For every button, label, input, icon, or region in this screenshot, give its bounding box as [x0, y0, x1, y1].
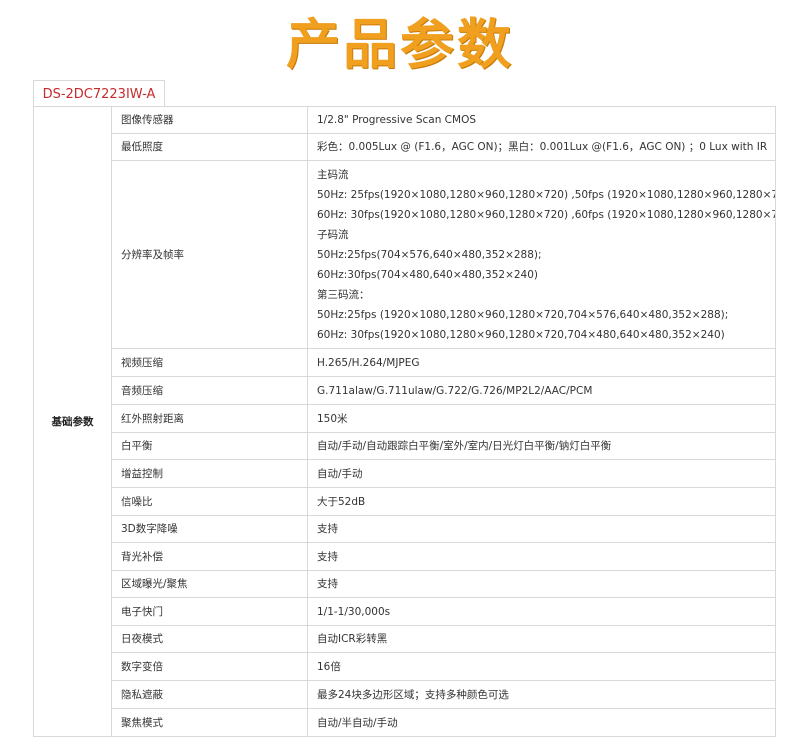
spec-label: 区域曝光/聚焦: [111, 570, 308, 598]
page-title: 产品参数: [286, 12, 514, 76]
table-row: 背光补偿 支持: [34, 542, 776, 571]
table-row: 数字变倍 16倍: [34, 652, 776, 681]
model-tab-label: DS-2DC7223IW-A: [42, 86, 156, 102]
table-row: 视频压缩 H.265/H.264/MJPEG: [34, 348, 776, 377]
header-banner: 产品参数: [0, 0, 800, 78]
table-row: 聚焦模式 自动/半自动/手动: [34, 708, 776, 737]
spec-value: 最多24块多边形区域；支持多种颜色可选: [307, 680, 776, 709]
spec-value: 支持: [307, 570, 776, 598]
spec-value: 16倍: [307, 652, 776, 681]
spec-value: 支持: [307, 515, 776, 543]
model-tab[interactable]: DS-2DC7223IW-A: [33, 80, 165, 107]
spec-label: 3D数字降噪: [111, 515, 308, 543]
spec-label: 白平衡: [111, 432, 308, 460]
spec-value: 自动/手动: [307, 459, 776, 488]
table-row: 基础参数 图像传感器 1/2.8" Progressive Scan CMOS: [33, 106, 776, 737]
table-row: 隐私遮蔽 最多24块多边形区域；支持多种颜色可选: [34, 680, 776, 709]
spec-label: 图像传感器: [111, 106, 308, 134]
spec-label: 背光补偿: [111, 542, 308, 571]
resolution-line: 第三码流：: [317, 288, 370, 301]
table-row: 区域曝光/聚焦 支持: [34, 570, 776, 598]
spec-value: 大于52dB: [307, 487, 776, 516]
spec-value: 彩色：0.005Lux @ (F1.6，AGC ON)；黑白：0.001Lux …: [307, 133, 776, 161]
spec-label: 红外照射距离: [111, 404, 308, 433]
resolution-line: 50Hz:25fps(704×576,640×480,352×288);: [317, 248, 542, 261]
spec-label: 聚焦模式: [111, 708, 308, 737]
spec-value: 1/1-1/30,000s: [307, 597, 776, 626]
spec-label: 数字变倍: [111, 652, 308, 681]
spec-label: 增益控制: [111, 459, 308, 488]
resolution-line: 60Hz: 30fps(1920×1080,1280×960,1280×720,…: [317, 328, 725, 341]
table-row: 日夜模式 自动ICR彩转黑: [34, 625, 776, 653]
spec-label: 视频压缩: [111, 348, 308, 377]
table-row: 分辨率及帧率 主码流 50Hz: 25fps(1920×1080,1280×96…: [34, 160, 776, 349]
spec-value: 支持: [307, 542, 776, 571]
resolution-line: 子码流: [317, 228, 349, 241]
resolution-line: 60Hz: 30fps(1920×1080,1280×960,1280×720)…: [317, 208, 776, 221]
group-label-cell: 基础参数: [33, 106, 112, 737]
resolution-line: 50Hz: 25fps(1920×1080,1280×960,1280×720)…: [317, 188, 776, 201]
table-row: 电子快门 1/1-1/30,000s: [34, 597, 776, 626]
resolution-line: 60Hz:30fps(704×480,640×480,352×240): [317, 268, 539, 281]
spec-label: 音频压缩: [111, 376, 308, 405]
spec-label: 最低照度: [111, 133, 308, 161]
spec-value: 150米: [307, 404, 776, 433]
spec-value: 自动/半自动/手动: [307, 708, 776, 737]
spec-label: 分辨率及帧率: [111, 160, 308, 349]
spec-label: 日夜模式: [111, 625, 308, 653]
spec-value: 1/2.8" Progressive Scan CMOS: [307, 106, 776, 134]
resolution-value-cell: 主码流 50Hz: 25fps(1920×1080,1280×960,1280×…: [307, 160, 776, 349]
spec-value: G.711alaw/G.711ulaw/G.722/G.726/MP2L2/AA…: [307, 376, 776, 405]
spec-table: 基础参数 图像传感器 1/2.8" Progressive Scan CMOS …: [33, 106, 776, 737]
spec-value: 自动/手动/自动跟踪白平衡/室外/室内/日光灯白平衡/钠灯白平衡: [307, 432, 776, 460]
table-row: 白平衡 自动/手动/自动跟踪白平衡/室外/室内/日光灯白平衡/钠灯白平衡: [34, 432, 776, 460]
spec-value: 自动ICR彩转黑: [307, 625, 776, 653]
resolution-line: 50Hz:25fps (1920×1080,1280×960,1280×720,…: [317, 308, 729, 321]
table-row: 信噪比 大于52dB: [34, 487, 776, 516]
spec-value: H.265/H.264/MJPEG: [307, 348, 776, 377]
spec-label: 隐私遮蔽: [111, 680, 308, 709]
table-row: 红外照射距离 150米: [34, 404, 776, 433]
table-row: 增益控制 自动/手动: [34, 459, 776, 488]
table-row: 3D数字降噪 支持: [34, 515, 776, 543]
table-row: 音频压缩 G.711alaw/G.711ulaw/G.722/G.726/MP2…: [34, 376, 776, 405]
spec-label: 电子快门: [111, 597, 308, 626]
resolution-line: 主码流: [317, 168, 349, 181]
table-row: 最低照度 彩色：0.005Lux @ (F1.6，AGC ON)；黑白：0.00…: [34, 133, 776, 161]
spec-label: 信噪比: [111, 487, 308, 516]
